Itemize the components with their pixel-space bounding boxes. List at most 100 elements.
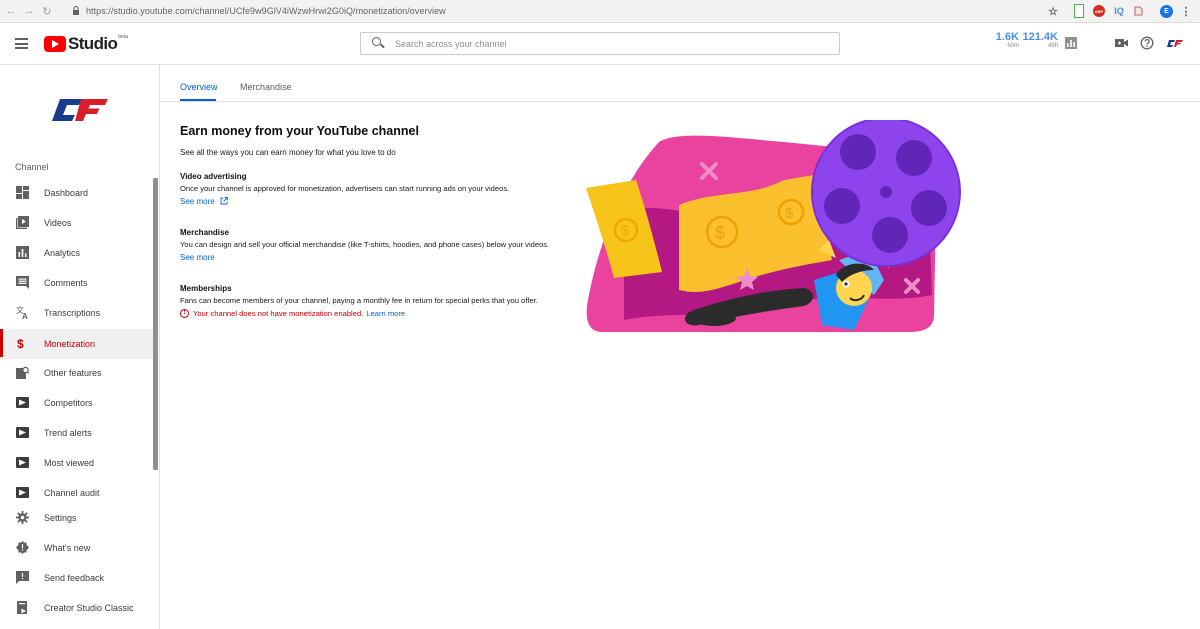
external-link-icon (220, 197, 228, 205)
memberships-body: Fans can become members of your channel,… (180, 296, 538, 305)
address-bar[interactable]: https://studio.youtube.com/channel/UCfe9… (86, 6, 446, 16)
studio-logo[interactable]: Studio beta (44, 34, 128, 54)
adblock-icon[interactable]: ABP (1093, 5, 1105, 17)
channel-logo[interactable] (50, 95, 110, 125)
channel-avatar[interactable] (1166, 36, 1184, 50)
dollar-icon: $ (17, 337, 24, 351)
sidebar: Channel Dashboard Videos Analytics Comme… (0, 65, 160, 629)
bar-chart-icon[interactable] (1065, 36, 1079, 50)
monetization-tabs: Overview Merchandise (160, 65, 1200, 102)
videos-icon (16, 216, 29, 229)
sidebar-item-label: Creator Studio Classic (44, 603, 134, 613)
extension-shield-icon[interactable] (1074, 4, 1084, 18)
youtube-play-icon (44, 36, 66, 52)
sidebar-item-videos[interactable]: Videos (0, 209, 154, 237)
page-title: Earn money from your YouTube channel (180, 124, 419, 138)
merchandise-body: You can design and sell your official me… (180, 240, 550, 249)
gear-icon (16, 511, 29, 524)
tab-merchandise[interactable]: Merchandise (240, 82, 292, 92)
svg-text:$: $ (785, 205, 794, 222)
iq-extension-icon[interactable]: IQ (1113, 4, 1125, 18)
hamburger-menu-icon[interactable] (15, 38, 28, 49)
merchandise-see-more-link[interactable]: See more (180, 253, 215, 262)
sidebar-item-analytics[interactable]: Analytics (0, 239, 154, 267)
whats-new-icon (16, 541, 29, 554)
video-advertising-title: Video advertising (180, 172, 247, 181)
active-tab-indicator (180, 99, 216, 101)
translate-icon: 文A (16, 305, 29, 321)
sidebar-item-label: Transcriptions (44, 308, 101, 318)
create-video-icon[interactable] (1115, 36, 1129, 50)
warning-text: Your channel does not have monetization … (193, 309, 364, 318)
browser-menu-icon[interactable]: ⋮ (1181, 4, 1192, 18)
dashboard-icon (16, 186, 29, 199)
sidebar-item-label: Competitors (44, 398, 93, 408)
sidebar-item-label: Most viewed (44, 458, 95, 468)
browser-toolbar: ← → ↻ https://studio.youtube.com/channel… (0, 0, 1200, 23)
sidebar-item-label: Channel audit (44, 488, 100, 498)
sidebar-item-most-viewed[interactable]: Most viewed (0, 449, 154, 477)
extension-icon (16, 486, 29, 499)
sidebar-item-label: Analytics (44, 248, 81, 258)
pdf-extension-icon[interactable] (1133, 4, 1143, 18)
views-60m-value: 1.6K (995, 31, 1019, 43)
profile-avatar[interactable]: E (1160, 5, 1173, 18)
other-features-icon (16, 366, 30, 379)
lock-icon (72, 5, 82, 17)
extension-icon (16, 426, 29, 439)
help-icon[interactable] (1140, 36, 1154, 50)
sidebar-item-transcriptions[interactable]: 文A Transcriptions (0, 299, 154, 327)
monetization-warning: ! Your channel does not have monetizatio… (180, 309, 405, 318)
realtime-views-60m[interactable]: 1.6K 60m (992, 31, 1019, 49)
video-advertising-see-more-link[interactable]: See more (180, 197, 228, 206)
sidebar-item-competitors[interactable]: Competitors (0, 389, 154, 417)
see-more-label: See more (180, 197, 215, 206)
sidebar-item-trend-alerts[interactable]: Trend alerts (0, 419, 154, 447)
monetization-illustration: $ $ $ (584, 117, 964, 335)
svg-text:A: A (22, 312, 28, 319)
views-48h-value: 121.4K (1022, 31, 1058, 43)
app-header: Studio beta 1.6K 60m 121.4K 48h (0, 23, 1200, 65)
memberships-title: Memberships (180, 284, 232, 293)
sidebar-item-monetization[interactable]: $ Monetization (0, 329, 154, 359)
sidebar-item-label: Trend alerts (44, 428, 92, 438)
sidebar-item-creator-studio-classic[interactable]: Creator Studio Classic (0, 594, 154, 622)
studio-logo-text: Studio (68, 34, 118, 53)
analytics-icon (16, 246, 29, 259)
reload-icon[interactable]: ↻ (40, 5, 54, 18)
realtime-views-48h[interactable]: 121.4K 48h (1021, 31, 1058, 49)
sidebar-item-channel-audit[interactable]: Channel audit (0, 479, 154, 507)
sidebar-item-label: Dashboard (44, 188, 89, 198)
channel-section-heading: Channel (15, 162, 49, 172)
sidebar-item-label: Send feedback (44, 573, 105, 583)
sidebar-item-other-features[interactable]: Other features (0, 359, 154, 387)
search-box[interactable] (360, 32, 840, 55)
search-input[interactable] (395, 38, 815, 49)
forward-icon[interactable]: → (22, 5, 36, 17)
sidebar-item-label: What's new (44, 543, 91, 553)
sidebar-scrollbar[interactable] (153, 178, 158, 470)
tab-overview[interactable]: Overview (180, 82, 218, 92)
sidebar-item-label: Other features (44, 368, 102, 378)
bookmark-star-icon[interactable]: ☆ (1046, 4, 1060, 18)
sidebar-item-label: Comments (44, 278, 88, 288)
svg-text:$: $ (621, 222, 629, 238)
sidebar-item-dashboard[interactable]: Dashboard (0, 179, 154, 207)
sidebar-item-whats-new[interactable]: What's new (0, 534, 154, 562)
sidebar-item-comments[interactable]: Comments (0, 269, 154, 297)
back-icon[interactable]: ← (4, 5, 18, 17)
search-icon (361, 32, 391, 55)
sidebar-item-label: Videos (44, 218, 72, 228)
page-subtitle: See all the ways you can earn money for … (180, 148, 396, 157)
extension-icon (16, 396, 29, 409)
merchandise-title: Merchandise (180, 228, 229, 237)
error-icon: ! (180, 309, 189, 318)
beta-label: beta (118, 34, 129, 40)
svg-text:$: $ (715, 223, 725, 243)
sidebar-item-label: Monetization (44, 339, 96, 349)
views-48h-label: 48h (1047, 43, 1058, 49)
sidebar-item-send-feedback[interactable]: Send feedback (0, 564, 154, 592)
sidebar-item-settings[interactable]: Settings (0, 504, 154, 532)
learn-more-link[interactable]: Learn more (366, 309, 405, 318)
extension-icon (16, 456, 29, 469)
